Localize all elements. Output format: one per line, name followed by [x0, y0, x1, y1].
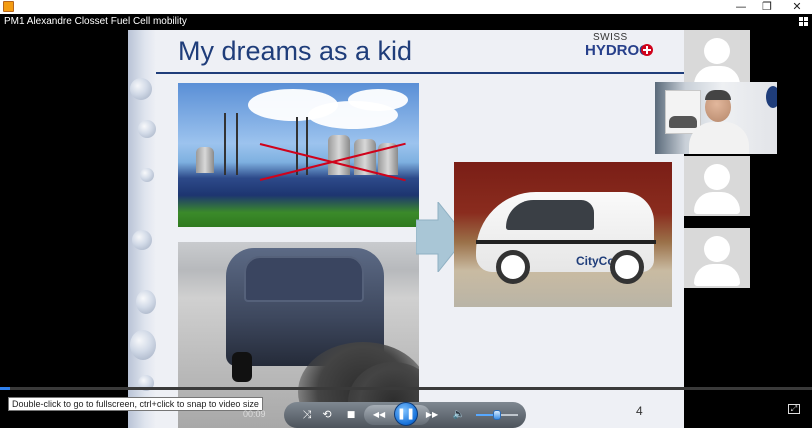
electricity-pylon [224, 113, 238, 175]
user-avatar-icon [704, 236, 730, 262]
swiss-hydrogen-logo: SWISS HYDROG [583, 30, 658, 70]
cloud-shape [348, 89, 408, 111]
user-avatar-shoulders [694, 192, 740, 214]
citycom-car-photo: CityCom [454, 162, 672, 307]
bubble-decoration [136, 290, 156, 314]
cooling-tower [328, 135, 350, 175]
presentation-slide: My dreams as a kid SWISS HYDROG CityCom … [128, 30, 684, 428]
video-header: PM1 Alexandre Closset Fuel Cell mobility [0, 14, 812, 30]
video-title: PM1 Alexandre Closset Fuel Cell mobility [4, 16, 187, 27]
close-button[interactable]: ✕ [782, 0, 812, 14]
fast-forward-button[interactable]: ▶▶ [420, 406, 444, 424]
grid-view-icon[interactable] [799, 17, 808, 26]
seek-bar-fill [0, 387, 10, 390]
car-rear-window [244, 256, 364, 302]
bubble-decoration [140, 168, 154, 182]
shuffle-button[interactable]: ⤨ [298, 406, 316, 424]
logo-cross-icon [641, 44, 653, 56]
play-pause-button[interactable]: ❚❚ [394, 402, 418, 426]
active-speaker-video[interactable] [655, 82, 777, 154]
title-bar: — ❐ ✕ [0, 0, 812, 14]
background-logo [766, 86, 777, 108]
slide-title-rule [156, 72, 684, 74]
participant-tile[interactable] [684, 228, 750, 288]
car-wheel [232, 352, 252, 382]
bubble-decoration [132, 230, 152, 250]
fullscreen-icon[interactable]: ⤢ [788, 404, 800, 414]
slide-title: My dreams as a kid [178, 36, 413, 66]
volume-icon[interactable]: 🔈 [450, 406, 468, 424]
poster-car [669, 116, 697, 128]
bubble-decoration [130, 78, 152, 100]
citycom-wheel [496, 250, 530, 284]
restore-button[interactable]: ❐ [752, 0, 782, 14]
participant-tile[interactable] [684, 30, 750, 90]
speaker-body [689, 122, 749, 154]
volume-thumb[interactable] [493, 410, 501, 420]
bubble-decoration [130, 330, 156, 360]
citycom-stripe [476, 240, 656, 244]
cooling-tower [196, 147, 214, 173]
rewind-button[interactable]: ◀◀ [366, 406, 392, 424]
citycom-wheel [610, 250, 644, 284]
user-avatar-shoulders [694, 264, 740, 286]
power-plant-photo [178, 83, 419, 227]
user-avatar-icon [704, 38, 730, 64]
slide-page-number: 4 [636, 404, 643, 418]
participant-tile[interactable] [684, 156, 750, 216]
bubble-decoration [138, 120, 156, 138]
user-avatar-icon [704, 164, 730, 190]
stop-button[interactable]: ■ [342, 406, 360, 424]
media-player-icon [3, 1, 14, 12]
fullscreen-tooltip: Double-click to go to fullscreen, ctrl+c… [8, 397, 263, 411]
citycom-window [506, 200, 594, 230]
video-area[interactable]: My dreams as a kid SWISS HYDROG CityCom … [0, 30, 812, 428]
repeat-button[interactable]: ⟲ [318, 406, 336, 424]
seek-bar[interactable] [0, 387, 812, 390]
current-time: 00:09 [243, 409, 266, 419]
speaker-hair [705, 90, 731, 100]
